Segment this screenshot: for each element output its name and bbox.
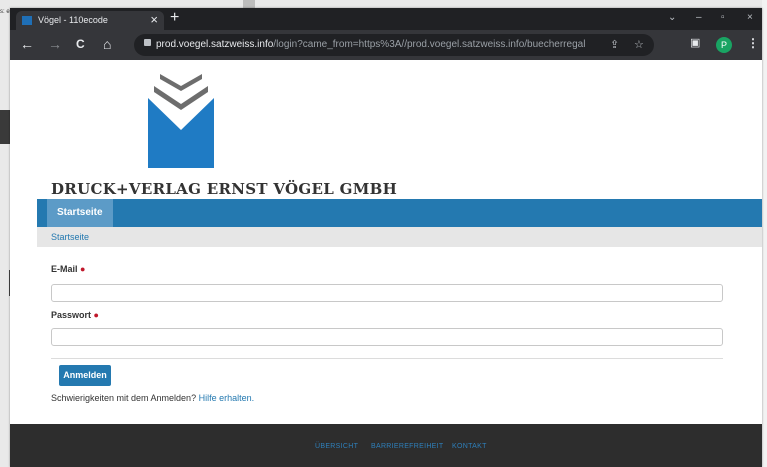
browser-toolbar: ← → C ⌂ prod.voegel.satzweiss.info/login… bbox=[10, 30, 762, 60]
url-text[interactable]: prod.voegel.satzweiss.info/login?came_fr… bbox=[156, 39, 585, 50]
tab-strip: Vögel - 110ecode × + ⌄ – ▫ × bbox=[10, 8, 762, 30]
url-path: /login?came_from=https%3A//prod.voegel.s… bbox=[273, 39, 586, 50]
help-link[interactable]: Hilfe erhalten. bbox=[199, 393, 255, 403]
password-field[interactable] bbox=[51, 328, 723, 346]
lock-icon bbox=[144, 39, 151, 46]
email-label: E-Mail ● bbox=[51, 264, 85, 274]
nav-item-startseite[interactable]: Startseite bbox=[47, 199, 113, 227]
password-label-text: Passwort bbox=[51, 310, 92, 320]
required-marker: ● bbox=[93, 310, 99, 320]
tab-search-icon[interactable]: ⌄ bbox=[668, 12, 676, 23]
new-tab-button[interactable]: + bbox=[170, 9, 179, 27]
email-field[interactable] bbox=[51, 284, 723, 302]
desktop-window-edge bbox=[243, 0, 255, 8]
footer-link-kontakt[interactable]: KONTAKT bbox=[452, 443, 487, 450]
sidepanel-icon[interactable]: ▣ bbox=[690, 36, 700, 49]
footer-link-uebersicht[interactable]: ÜBERSICHT bbox=[315, 443, 358, 450]
company-logo bbox=[148, 74, 214, 168]
main-nav: Startseite bbox=[37, 199, 762, 227]
star-icon[interactable]: ☆ bbox=[634, 38, 644, 51]
restore-button[interactable]: ▫ bbox=[721, 12, 725, 23]
password-label: Passwort ● bbox=[51, 310, 99, 320]
menu-icon[interactable]: ⋮ bbox=[747, 36, 759, 50]
page-content: DRUCK+VERLAG ERNST VÖGEL GMBH Startseite… bbox=[10, 60, 762, 467]
email-label-text: E-Mail bbox=[51, 264, 78, 274]
address-bar[interactable]: prod.voegel.satzweiss.info/login?came_fr… bbox=[134, 34, 654, 56]
breadcrumb: Startseite bbox=[37, 227, 762, 247]
close-window-button[interactable]: × bbox=[747, 12, 753, 23]
tab-title: Vögel - 110ecode bbox=[38, 15, 108, 25]
breadcrumb-startseite[interactable]: Startseite bbox=[51, 232, 89, 242]
tab-close-icon[interactable]: × bbox=[150, 12, 158, 27]
home-button[interactable]: ⌂ bbox=[103, 36, 111, 52]
footer-link-barrierefreiheit[interactable]: BARRIEREFREIHEIT bbox=[371, 443, 443, 450]
desktop-dark-panel bbox=[0, 110, 10, 144]
page-footer: ÜBERSICHT BARRIEREFREIHEIT KONTAKT bbox=[10, 424, 762, 467]
favicon-icon bbox=[22, 16, 32, 25]
profile-avatar[interactable]: P bbox=[716, 37, 732, 53]
back-button[interactable]: ← bbox=[20, 36, 34, 52]
required-marker: ● bbox=[80, 264, 86, 274]
minimize-button[interactable]: – bbox=[696, 12, 702, 23]
tab-active[interactable]: Vögel - 110ecode × bbox=[16, 11, 164, 30]
url-host: prod.voegel.satzweiss.info bbox=[156, 39, 274, 50]
desktop-right-edge bbox=[762, 0, 767, 467]
reload-button[interactable]: C bbox=[76, 37, 85, 51]
browser-window: Vögel - 110ecode × + ⌄ – ▫ × ← → C ⌂ pro… bbox=[10, 8, 762, 467]
desktop-snippet: s: e bbox=[0, 9, 10, 15]
login-help: Schwierigkeiten mit dem Anmelden? Hilfe … bbox=[51, 393, 254, 403]
login-button[interactable]: Anmelden bbox=[59, 365, 111, 386]
company-name: DRUCK+VERLAG ERNST VÖGEL GMBH bbox=[51, 180, 398, 198]
forward-button[interactable]: → bbox=[48, 36, 62, 52]
help-text: Schwierigkeiten mit dem Anmelden? bbox=[51, 393, 197, 403]
share-icon[interactable]: ⇪ bbox=[610, 38, 619, 51]
form-divider bbox=[51, 358, 723, 359]
